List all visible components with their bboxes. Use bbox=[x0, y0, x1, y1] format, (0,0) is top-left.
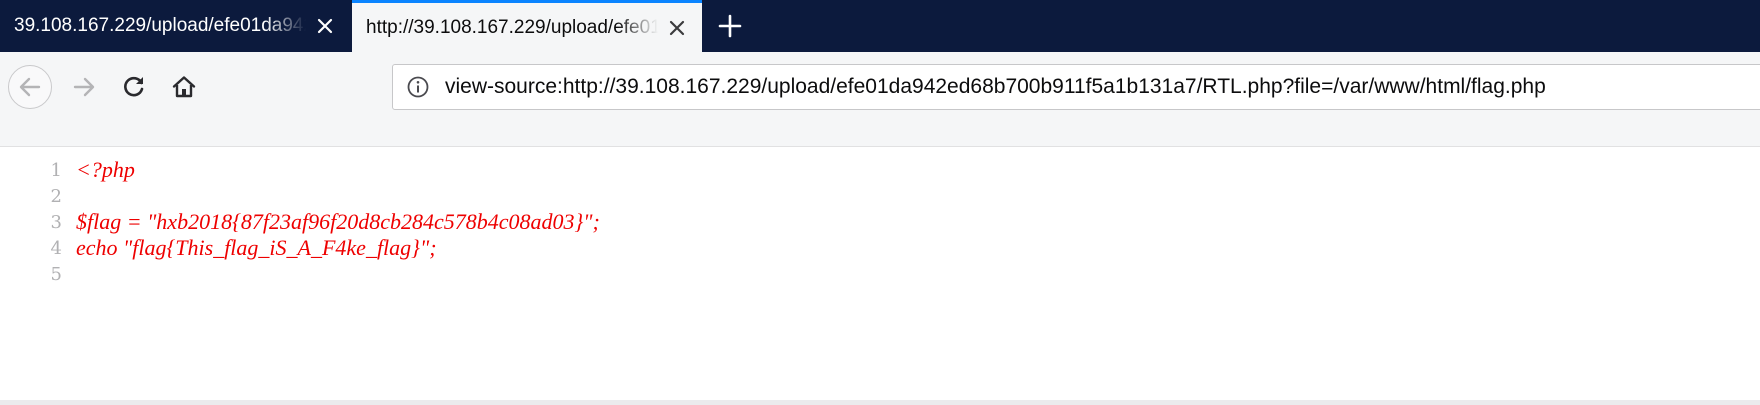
reload-button[interactable] bbox=[114, 67, 154, 107]
close-icon[interactable] bbox=[666, 17, 688, 39]
arrow-left-icon bbox=[17, 74, 43, 100]
tab-title: 39.108.167.229/upload/efe01da942ed68b700… bbox=[14, 15, 306, 36]
close-icon[interactable] bbox=[314, 15, 336, 37]
source-line: 3 $flag = "hxb2018{87f23af96f20d8cb284c5… bbox=[0, 208, 600, 236]
tab-active[interactable]: http://39.108.167.229/upload/efe01da942e… bbox=[352, 0, 702, 52]
url-text[interactable]: view-source:http://39.108.167.229/upload… bbox=[445, 75, 1546, 99]
info-icon[interactable] bbox=[405, 74, 431, 100]
source-line: 1 <?php bbox=[0, 156, 135, 184]
source-line: 2 bbox=[0, 182, 76, 210]
back-button[interactable] bbox=[8, 65, 52, 109]
arrow-right-icon bbox=[71, 74, 97, 100]
line-number: 2 bbox=[50, 185, 62, 207]
line-number: 5 bbox=[50, 263, 62, 285]
home-button[interactable] bbox=[164, 67, 204, 107]
address-bar[interactable]: view-source:http://39.108.167.229/upload… bbox=[392, 64, 1760, 110]
navigation-toolbar: view-source:http://39.108.167.229/upload… bbox=[0, 52, 1760, 147]
source-line: 4 echo "flag{This_flag_iS_A_F4ke_flag}"; bbox=[0, 234, 437, 262]
reload-icon bbox=[121, 74, 147, 100]
home-icon bbox=[171, 74, 197, 100]
window-bottom-edge bbox=[0, 400, 1760, 405]
code-text: <?php bbox=[76, 157, 135, 182]
tab-title: http://39.108.167.229/upload/efe01da942e… bbox=[366, 16, 658, 38]
forward-button[interactable] bbox=[64, 67, 104, 107]
tab-inactive[interactable]: 39.108.167.229/upload/efe01da942ed68b700… bbox=[0, 0, 350, 52]
plus-icon bbox=[718, 14, 742, 38]
code-text: $flag = "hxb2018{87f23af96f20d8cb284c578… bbox=[76, 209, 600, 234]
source-view: 1 <?php 2 3 $flag = "hxb2018{87f23af96f2… bbox=[0, 147, 1760, 400]
code-text: echo "flag{This_flag_iS_A_F4ke_flag}"; bbox=[76, 235, 437, 260]
line-number: 3 bbox=[50, 211, 62, 233]
line-number: 1 bbox=[50, 159, 62, 181]
source-line: 5 bbox=[0, 260, 76, 288]
new-tab-button[interactable] bbox=[716, 12, 744, 40]
tab-strip: 39.108.167.229/upload/efe01da942ed68b700… bbox=[0, 0, 1760, 52]
line-number: 4 bbox=[50, 237, 62, 259]
